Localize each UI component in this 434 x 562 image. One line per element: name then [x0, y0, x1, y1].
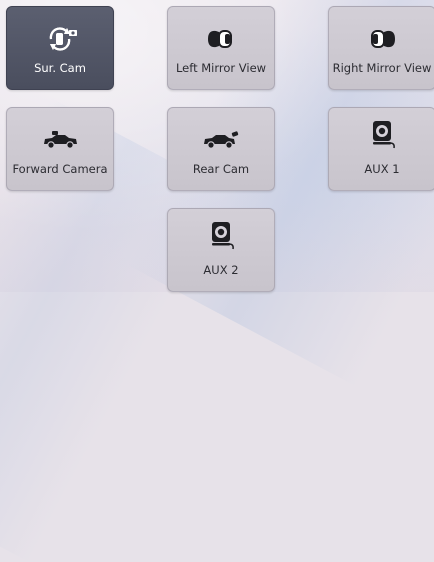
tile-label: Left Mirror View: [175, 61, 267, 75]
tile-label: Forward Camera: [12, 162, 108, 176]
tile-label: Sur. Cam: [34, 61, 86, 75]
left-mirror-icon: [168, 25, 274, 53]
tile-surround-camera[interactable]: Sur. Cam: [6, 6, 114, 90]
rear-camera-icon: [168, 126, 274, 154]
surround-camera-icon: [7, 25, 113, 53]
tile-label: AUX 2: [203, 263, 239, 277]
tile-aux-2[interactable]: AUX 2: [167, 208, 275, 292]
aux-camera-icon: [329, 120, 434, 149]
tile-right-mirror-view[interactable]: Right Mirror View: [328, 6, 434, 90]
tile-label: AUX 1: [364, 162, 400, 176]
forward-camera-icon: [7, 126, 113, 154]
tile-aux-1[interactable]: AUX 1: [328, 107, 434, 191]
tile-forward-camera[interactable]: Forward Camera: [6, 107, 114, 191]
right-mirror-icon: [329, 25, 434, 53]
tile-label: Rear Cam: [192, 162, 250, 176]
tile-rear-camera[interactable]: Rear Cam: [167, 107, 275, 191]
tile-label: Right Mirror View: [332, 61, 432, 75]
aux-camera-icon: [168, 221, 274, 250]
tile-left-mirror-view[interactable]: Left Mirror View: [167, 6, 275, 90]
